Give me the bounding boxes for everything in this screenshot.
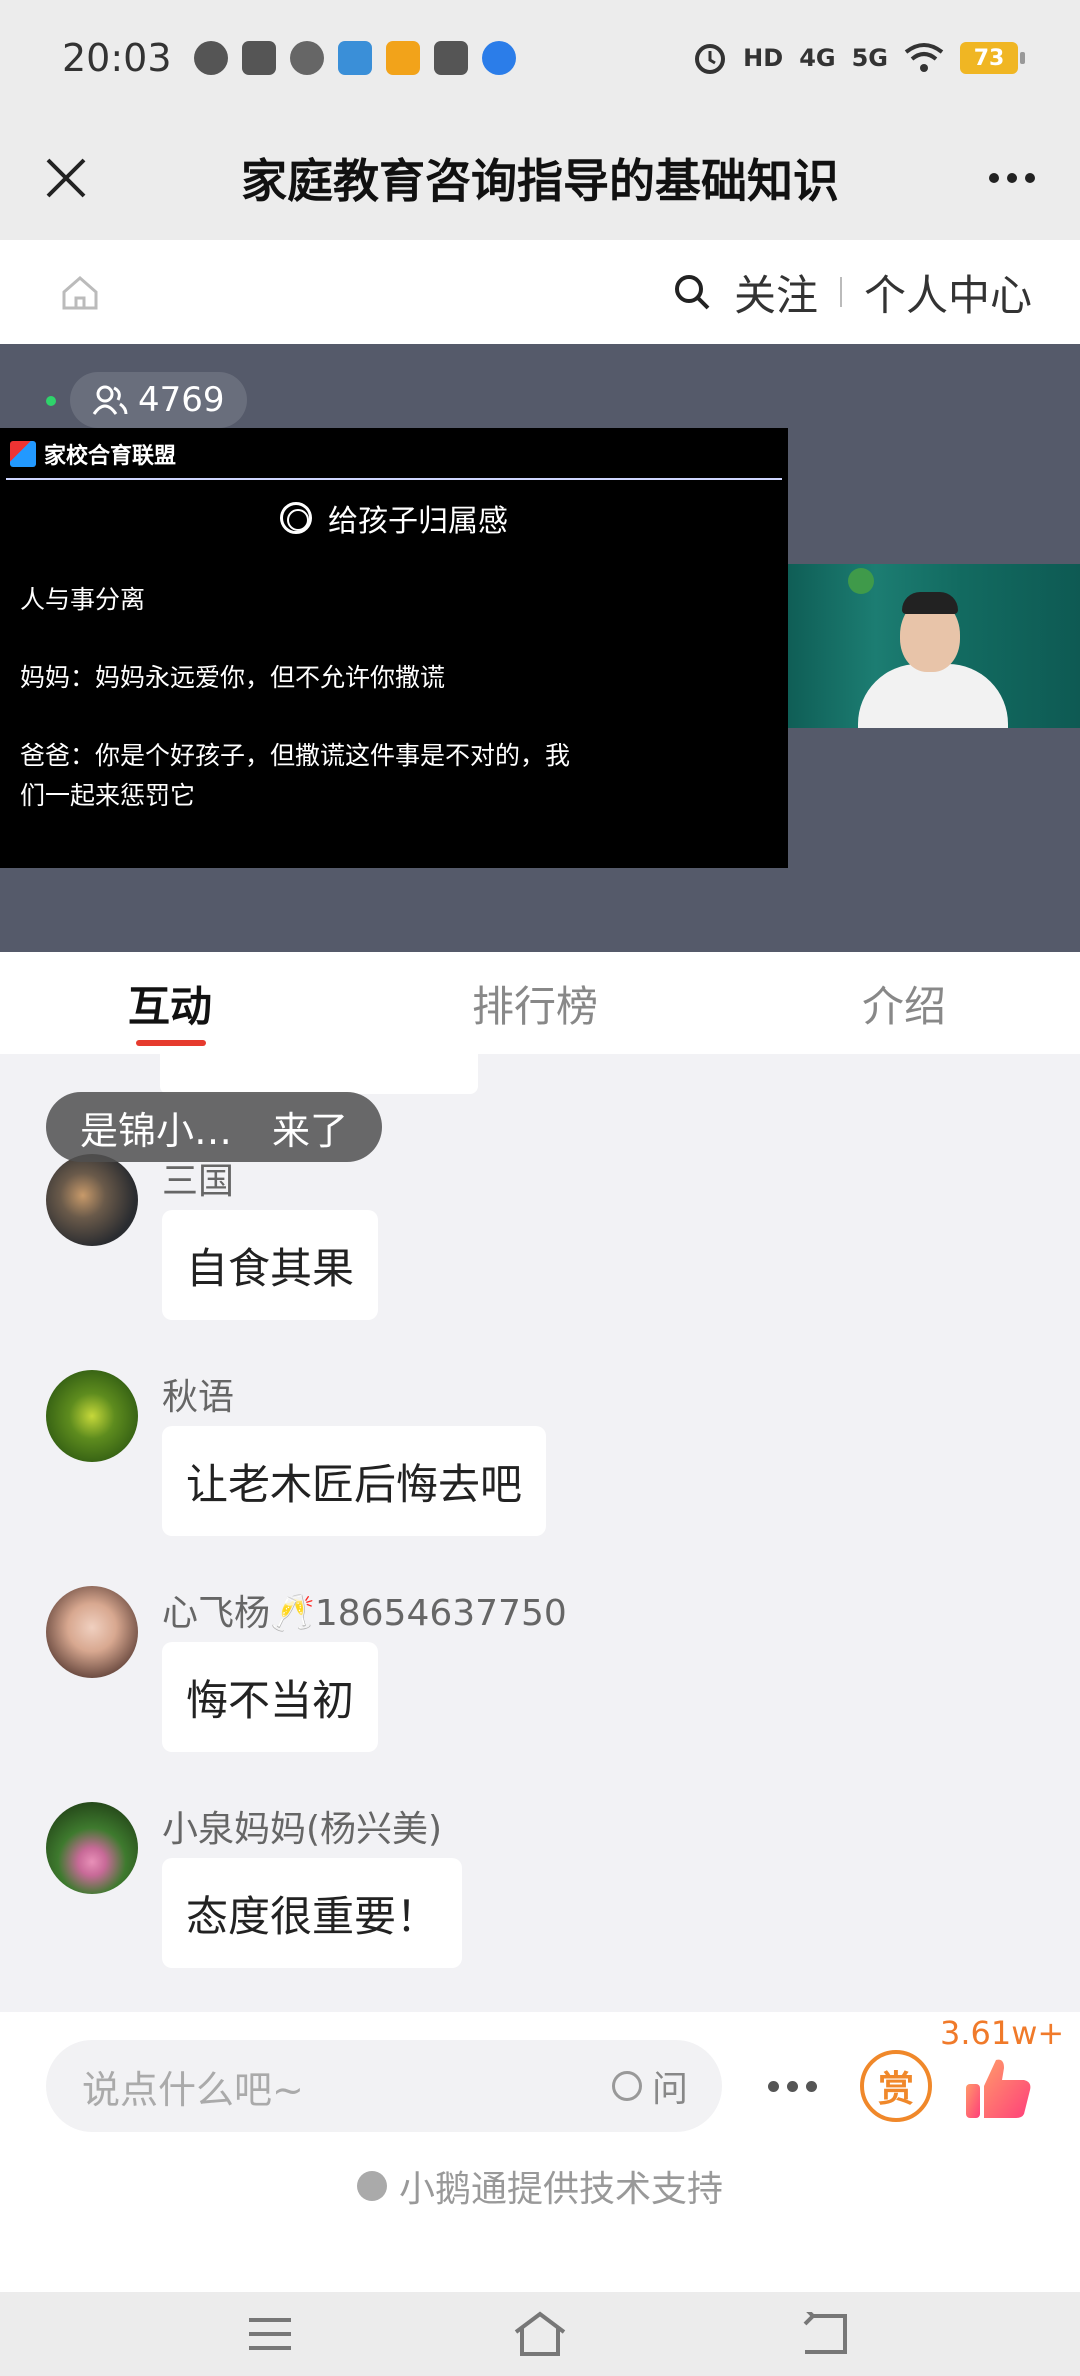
- avatar[interactable]: [46, 1370, 138, 1462]
- join-toast-action: 来了: [272, 1108, 349, 1153]
- message-bubble: 让老木匠后悔去吧: [162, 1426, 547, 1536]
- wechat-icon: [289, 41, 324, 75]
- status-time: 20:03: [62, 36, 172, 80]
- target-icon: [280, 502, 312, 534]
- bottom-bar: 说点什么吧~ 问 赏 3.61w+ 小鹅通提供技术支持: [0, 2012, 1080, 2292]
- xiaoetong-logo-icon: [356, 2171, 387, 2201]
- thumbs-up-icon[interactable]: [962, 2052, 1034, 2124]
- message-bubble: 悔不当初: [162, 1642, 379, 1752]
- title-bar: 家庭教育咨询指导的基础知识: [0, 116, 1080, 240]
- battery-icon: 73: [960, 42, 1025, 74]
- live-video[interactable]: 4769 家校合育联盟 给孩子归属感 人与事分离 妈妈：妈妈永远爱你，但不允许你…: [0, 344, 1080, 952]
- hd-indicator: HD: [743, 44, 784, 72]
- 4g-indicator: 4G: [799, 44, 836, 72]
- status-right: HD 4G 5G 73: [693, 41, 1025, 75]
- menu-button[interactable]: [240, 2306, 300, 2362]
- join-toast: 是锦小… 来了: [46, 1092, 383, 1162]
- avatar[interactable]: [46, 1802, 138, 1894]
- home-outline-icon: [514, 2311, 566, 2356]
- message-bubble: 态度很重要！: [162, 1858, 463, 1968]
- online-count-pill: 4769: [70, 372, 247, 428]
- tech-support-text: 小鹅通提供技术支持: [398, 2169, 723, 2210]
- more-dots-icon: [767, 2080, 779, 2092]
- close-icon: [46, 158, 86, 198]
- presenter-camera[interactable]: [788, 564, 1080, 728]
- 5g-indicator: 5G: [851, 44, 888, 72]
- join-toast-name: 是锦小…: [80, 1108, 233, 1153]
- radio-icon: [611, 2071, 642, 2101]
- message-author: 小泉妈妈(杨兴美): [162, 1809, 443, 1850]
- nav-right: 关注 个人中心: [672, 240, 1032, 344]
- close-button[interactable]: [34, 146, 98, 210]
- slide-brand: 家校合育联盟: [10, 438, 176, 470]
- message-bubble: 自食其果: [162, 1210, 379, 1320]
- active-tab-indicator: [136, 1040, 206, 1046]
- tab-intro[interactable]: 介绍: [862, 952, 946, 1054]
- online-count: 4769: [138, 380, 225, 420]
- chat-list[interactable]: 是锦小… 来了 三国 自食其果 秋语 让老木匠后悔去吧 心飞杨🥂18654637…: [0, 1054, 1080, 2012]
- presenter-hair: [902, 592, 958, 614]
- tab-bar: 互动 排行榜 介绍: [0, 952, 1080, 1054]
- live-indicator: [46, 396, 56, 406]
- browser-icon: [481, 41, 516, 75]
- wifi-icon: [904, 43, 944, 72]
- menu-icon: [249, 2318, 291, 2350]
- profile-link[interactable]: 个人中心: [864, 262, 1032, 323]
- avatar[interactable]: [46, 1586, 138, 1678]
- slide-line: 妈妈：妈妈永远爱你，但不允许你撒谎: [20, 663, 446, 692]
- slide-line: 们一起来惩罚它: [20, 781, 196, 810]
- send-icon: [337, 41, 372, 75]
- message-author: 心飞杨🥂18654637750: [162, 1593, 567, 1634]
- globe-icon: [193, 41, 228, 75]
- more-dots-icon: [989, 173, 999, 183]
- presenter-body: [858, 664, 1008, 728]
- ask-toggle[interactable]: 问: [611, 2040, 688, 2132]
- nav-row: 关注 个人中心: [0, 240, 1080, 344]
- alarm-icon: [695, 44, 726, 74]
- slide-brand-text: 家校合育联盟: [44, 443, 177, 469]
- comment-input[interactable]: 说点什么吧~ 问: [46, 2040, 722, 2132]
- avatar[interactable]: [46, 1154, 138, 1246]
- search-icon[interactable]: [672, 272, 712, 312]
- back-button[interactable]: [794, 2306, 854, 2362]
- tab-interaction[interactable]: 互动: [128, 952, 212, 1054]
- nav-divider: [839, 277, 842, 307]
- back-icon: [803, 2312, 847, 2354]
- message-bubble-partial: [160, 1054, 478, 1094]
- status-bar: 20:03 HD 4G 5G 73: [0, 0, 1080, 116]
- presentation-slide: 家校合育联盟 给孩子归属感 人与事分离 妈妈：妈妈永远爱你，但不允许你撒谎 爸爸…: [0, 428, 788, 868]
- more-options-button[interactable]: [980, 146, 1044, 210]
- slide-line: 人与事分离: [20, 585, 146, 614]
- ask-label: 问: [651, 2069, 688, 2110]
- comment-placeholder: 说点什么吧~: [82, 2067, 304, 2112]
- more-actions-button[interactable]: [762, 2040, 822, 2132]
- notification-icons: [193, 41, 516, 75]
- app-icon: [241, 41, 276, 75]
- mail-icon: [433, 41, 468, 75]
- system-nav-bar: [0, 2292, 1080, 2376]
- users-icon: [92, 385, 128, 415]
- slide-heading: 给孩子归属感: [0, 496, 788, 540]
- like-count: 3.61w+: [940, 2014, 1065, 2052]
- plant-decoration: [848, 568, 874, 594]
- follow-button[interactable]: 关注: [734, 262, 818, 323]
- slide-divider: [6, 478, 782, 480]
- home-icon[interactable]: [60, 272, 100, 312]
- home-button[interactable]: [510, 2306, 570, 2362]
- brand-logo-icon: [10, 441, 36, 467]
- flower-app-icon: [385, 41, 420, 75]
- message-author: 秋语: [162, 1377, 235, 1418]
- slide-heading-text: 给孩子归属感: [328, 504, 508, 539]
- page-title: 家庭教育咨询指导的基础知识: [241, 154, 839, 208]
- slide-line: 爸爸：你是个好孩子，但撒谎这件事是不对的，我: [20, 741, 571, 770]
- tab-ranking[interactable]: 排行榜: [472, 952, 598, 1054]
- reward-button[interactable]: 赏: [860, 2050, 932, 2122]
- tech-support: 小鹅通提供技术支持: [0, 2160, 1080, 2212]
